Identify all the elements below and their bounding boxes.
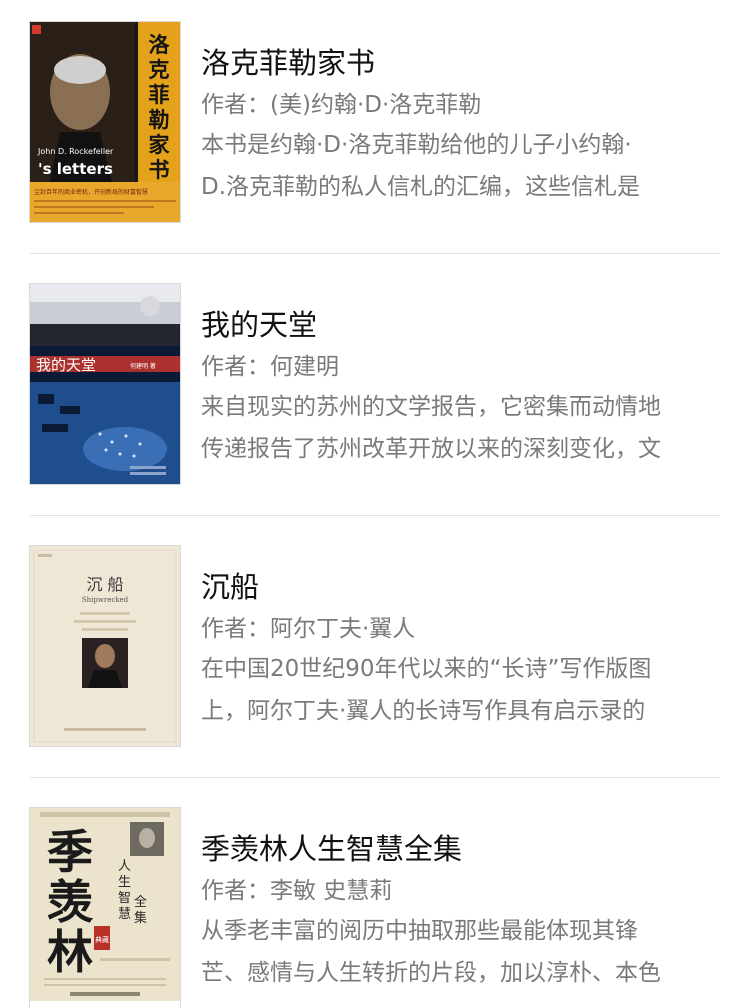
svg-text:John D. Rockefeller: John D. Rockefeller [37, 147, 114, 156]
svg-text:书: 书 [149, 157, 170, 182]
book-description-line: 上，阿尔丁夫·翼人的长诗写作具有启示录的 [201, 698, 646, 724]
svg-text:生: 生 [118, 875, 131, 890]
svg-text:何建明 著: 何建明 著 [130, 362, 156, 370]
svg-text:尘封百年的商业密机，开创新局的财富智慧: 尘封百年的商业密机，开创新局的财富智慧 [34, 188, 148, 196]
book-description-line: 传递报告了苏州改革开放以来的深刻变化，文 [201, 436, 661, 462]
svg-text:菲: 菲 [149, 82, 170, 107]
svg-text:智: 智 [118, 891, 131, 906]
book-author: 作者：(美)约翰·D·洛克菲勒 [201, 92, 482, 118]
book-title[interactable]: 我的天堂 [201, 304, 726, 346]
svg-text:沉 船: 沉 船 [86, 575, 123, 594]
svg-text:'s letters: 's letters [38, 160, 113, 178]
list-item[interactable]: 沉 船 Shipwrecked 沉船 作者：阿尔丁夫·翼人 在中国20世纪90年… [30, 546, 720, 746]
book-title[interactable]: 季羡林人生智慧全集 [201, 828, 726, 870]
svg-text:季: 季 [47, 825, 93, 879]
book-cover[interactable]: 沉 船 Shipwrecked [30, 546, 180, 746]
svg-text:慧: 慧 [118, 906, 131, 922]
svg-text:典藏: 典藏 [95, 935, 109, 944]
svg-text:克: 克 [149, 57, 170, 82]
svg-text:人: 人 [118, 859, 131, 874]
book-cover[interactable]: 洛 克 菲 勒 家 书 John D. Rockefeller 's lette… [30, 22, 180, 222]
svg-text:家: 家 [149, 132, 171, 157]
book-author: 作者：何建明 [201, 354, 339, 380]
book-description-line: 来自现实的苏州的文学报告，它密集而动情地 [201, 394, 661, 420]
book-description-line: D.洛克菲勒的私人信札的汇编，这些信札是 [201, 174, 641, 200]
svg-text:羡: 羡 [47, 875, 94, 929]
book-info: 我的天堂 作者：何建明 来自现实的苏州的文学报告，它密集而动情地 传递报告了苏州… [201, 304, 726, 470]
book-description: 本书是约翰·D·洛克菲勒给他的儿子小约翰· D.洛克菲勒的私人信札的汇编，这些信… [201, 124, 726, 208]
svg-text:Shipwrecked: Shipwrecked [82, 596, 129, 604]
divider [30, 777, 720, 778]
divider [30, 253, 720, 254]
book-info: 洛克菲勒家书 作者：(美)约翰·D·洛克菲勒 本书是约翰·D·洛克菲勒给他的儿子… [201, 42, 726, 208]
book-list: 洛 克 菲 勒 家 书 John D. Rockefeller 's lette… [0, 0, 741, 1001]
book-cover-image: 洛 克 菲 勒 家 书 John D. Rockefeller 's lette… [30, 22, 180, 222]
svg-text:洛: 洛 [149, 32, 171, 57]
book-info: 沉船 作者：阿尔丁夫·翼人 在中国20世纪90年代以来的“长诗”写作版图 上，阿… [201, 566, 726, 732]
divider [30, 515, 720, 516]
book-cover-image: 我的天堂 何建明 著 [30, 284, 180, 484]
book-cover-image: 沉 船 Shipwrecked [30, 546, 180, 746]
list-item[interactable]: 季 羡 林 人 生 智 慧 全 集 典藏 季羡林人生智慧全集 作者：李敏 史慧莉… [30, 808, 720, 1008]
book-description: 在中国20世纪90年代以来的“长诗”写作版图 上，阿尔丁夫·翼人的长诗写作具有启… [201, 648, 726, 732]
book-description-line: 芒、感情与人生转折的片段，加以淳朴、本色 [201, 960, 661, 986]
list-item[interactable]: 我的天堂 何建明 著 我的天堂 作者：何建明 来自现实的苏州的文学报告，它密集而… [30, 284, 720, 484]
book-description: 从季老丰富的阅历中抽取那些最能体现其锋 芒、感情与人生转折的片段，加以淳朴、本色 [201, 910, 726, 994]
book-description: 来自现实的苏州的文学报告，它密集而动情地 传递报告了苏州改革开放以来的深刻变化，… [201, 386, 726, 470]
svg-text:勒: 勒 [149, 107, 170, 132]
book-title[interactable]: 沉船 [201, 566, 726, 608]
book-description-line: 从季老丰富的阅历中抽取那些最能体现其锋 [201, 918, 638, 944]
book-info: 季羡林人生智慧全集 作者：李敏 史慧莉 从季老丰富的阅历中抽取那些最能体现其锋 … [201, 828, 726, 994]
book-cover[interactable]: 我的天堂 何建明 著 [30, 284, 180, 484]
book-description-line: 本书是约翰·D·洛克菲勒给他的儿子小约翰· [201, 132, 632, 158]
book-cover[interactable]: 季 羡 林 人 生 智 慧 全 集 典藏 [30, 808, 180, 1008]
svg-text:林: 林 [47, 925, 93, 979]
svg-text:集: 集 [134, 910, 147, 926]
book-author: 作者：李敏 史慧莉 [201, 878, 393, 904]
svg-text:全: 全 [134, 894, 147, 910]
book-cover-image: 季 羡 林 人 生 智 慧 全 集 典藏 [30, 808, 180, 1001]
book-description-line: 在中国20世纪90年代以来的“长诗”写作版图 [201, 656, 652, 682]
book-author: 作者：阿尔丁夫·翼人 [201, 616, 416, 642]
svg-text:我的天堂: 我的天堂 [36, 356, 96, 374]
book-title[interactable]: 洛克菲勒家书 [201, 42, 726, 84]
list-item[interactable]: 洛 克 菲 勒 家 书 John D. Rockefeller 's lette… [30, 22, 720, 222]
